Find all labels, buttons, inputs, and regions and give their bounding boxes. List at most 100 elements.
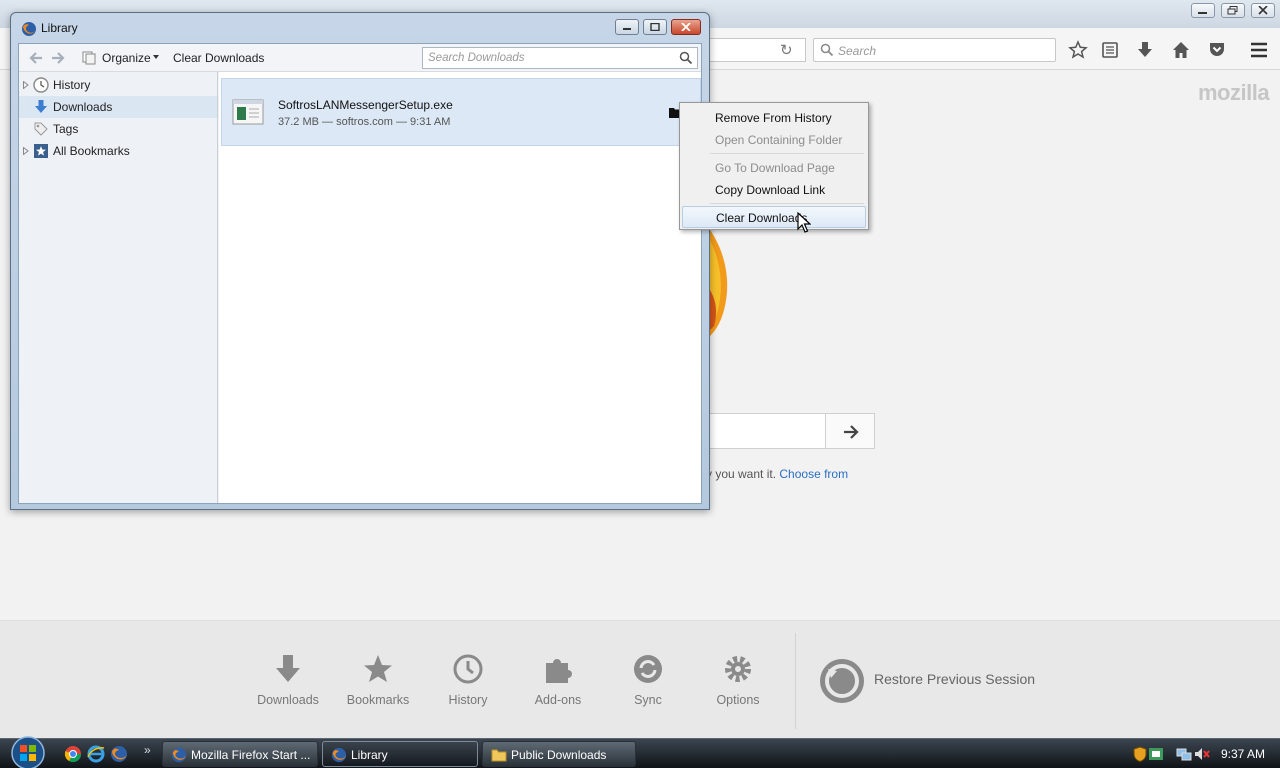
firefox-restore-button[interactable] (1221, 3, 1245, 18)
network-icon[interactable] (1176, 746, 1192, 762)
search-bar[interactable]: Search (813, 38, 1056, 62)
download-filename: SoftrosLANMessengerSetup.exe (278, 98, 453, 112)
search-placeholder: Search (838, 44, 877, 58)
firefox-close-button[interactable] (1251, 3, 1275, 18)
volume-muted-icon[interactable] (1194, 746, 1210, 762)
expand-twisty-icon[interactable] (23, 81, 29, 89)
menu-separator (710, 203, 864, 204)
gear-icon (725, 656, 751, 682)
start-page-launcher: Downloads Bookmarks History Add-ons Sync… (0, 620, 1280, 738)
taskbar-button-label: Public Downloads (511, 748, 607, 762)
security-shield-icon[interactable] (1132, 746, 1148, 762)
download-meta: 37.2 MB — softros.com — 9:31 AM (278, 116, 451, 128)
download-context-menu: Remove From History Open Containing Fold… (679, 102, 869, 230)
taskbar-button-firefox[interactable]: Mozilla Firefox Start ... (162, 741, 318, 767)
search-downloads-placeholder: Search Downloads (428, 52, 525, 64)
star-icon (364, 655, 392, 682)
reload-icon[interactable]: ↻ (780, 41, 793, 59)
sidebar-item-all-bookmarks[interactable]: All Bookmarks (19, 140, 217, 162)
start-button-icon[interactable] (8, 735, 48, 768)
library-maximize-button[interactable] (643, 19, 667, 35)
launcher-addons-label: Add-ons (534, 693, 582, 707)
snippet-text: y you want it. (706, 467, 777, 481)
taskbar-clock[interactable]: 9:37 AM (1221, 747, 1265, 761)
folder-icon (491, 749, 507, 762)
back-arrow-icon[interactable] (29, 51, 43, 65)
close-icon (1258, 6, 1268, 15)
launcher-options-label: Options (716, 693, 760, 707)
search-downloads-input[interactable]: Search Downloads (422, 47, 698, 69)
sidebar-item-downloads[interactable]: Downloads (19, 96, 217, 118)
reading-list-icon[interactable] (1100, 40, 1120, 60)
firefox-logo-fragment (710, 230, 728, 336)
internet-explorer-icon[interactable] (87, 745, 105, 763)
arrow-right-icon (844, 425, 859, 439)
sync-icon (634, 655, 662, 683)
library-toolbar: Organize Clear Downloads Search Download… (19, 44, 701, 72)
chrome-icon[interactable] (64, 745, 82, 763)
downloads-icon[interactable] (1135, 40, 1155, 60)
taskbar-button-label: Mozilla Firefox Start ... (191, 748, 311, 762)
start-page-snippet: y you want it. Choose from (706, 467, 848, 481)
launcher-bookmarks-label: Bookmarks (346, 693, 410, 707)
library-minimize-button[interactable] (615, 19, 639, 35)
clock-icon (453, 654, 483, 684)
restore-session-button[interactable]: Restore Previous Session (874, 671, 1035, 687)
app-tray-icon[interactable] (1148, 746, 1164, 762)
firefox-icon[interactable] (110, 745, 128, 763)
puzzle-piece-icon (546, 659, 572, 683)
search-icon (679, 51, 693, 65)
library-client-area: Organize Clear Downloads Search Download… (18, 43, 702, 504)
pocket-icon[interactable] (1207, 40, 1227, 60)
start-page-search-input[interactable] (710, 413, 826, 449)
firefox-minimize-button[interactable] (1191, 3, 1215, 18)
maximize-icon (650, 23, 660, 31)
taskbar-button-library[interactable]: Library (322, 741, 478, 767)
bookmarks-star-icon (34, 144, 48, 158)
sidebar-item-tags[interactable]: Tags (19, 118, 217, 140)
menu-item-remove-from-history[interactable]: Remove From History (682, 107, 866, 129)
sidebar-item-label: Tags (53, 122, 79, 136)
quicklaunch-more-button[interactable]: » (144, 743, 151, 757)
firefox-icon (171, 747, 187, 763)
launcher-downloads-label: Downloads (257, 693, 319, 707)
start-page-search-go-button[interactable] (825, 413, 875, 449)
sidebar-item-label: History (53, 78, 91, 92)
library-close-button[interactable] (671, 19, 701, 35)
snippet-link[interactable]: Choose from (779, 467, 848, 481)
sidebar-item-history[interactable]: History (19, 74, 217, 96)
library-sidebar: History Downloads Tags All Bookmarks (19, 72, 218, 503)
minimize-icon (623, 28, 631, 30)
home-icon[interactable] (1171, 40, 1191, 60)
library-window: Library Organize Clear Downloads Search … (10, 12, 710, 510)
mozilla-brand-logo: mozilla (1198, 80, 1270, 105)
clear-downloads-button[interactable]: Clear Downloads (173, 51, 264, 65)
minimize-icon (1198, 12, 1207, 14)
menu-item-label: Remove From History (715, 111, 832, 125)
windows-taskbar: » Mozilla Firefox Start ... Library Publ… (0, 735, 1280, 768)
forward-arrow-icon[interactable] (51, 51, 65, 65)
chevron-down-icon (153, 55, 159, 59)
menu-separator (710, 153, 864, 154)
menu-item-go-to-download-page[interactable]: Go To Download Page (682, 157, 866, 179)
downloads-list: SoftrosLANMessengerSetup.exe 37.2 MB — s… (219, 72, 701, 503)
menu-item-clear-downloads[interactable]: Clear Downloads (682, 206, 866, 228)
firefox-icon (331, 747, 347, 763)
expand-twisty-icon[interactable] (23, 147, 29, 155)
sidebar-item-label: Downloads (53, 100, 113, 114)
mouse-cursor-icon (797, 212, 811, 233)
menu-hamburger-icon[interactable] (1249, 40, 1269, 60)
restore-session-icon[interactable] (818, 657, 866, 705)
menu-item-open-containing-folder[interactable]: Open Containing Folder (682, 129, 866, 151)
taskbar-button-public-downloads[interactable]: Public Downloads (482, 741, 636, 767)
download-item[interactable]: SoftrosLANMessengerSetup.exe 37.2 MB — s… (221, 78, 701, 146)
firefox-app-icon (22, 22, 36, 36)
organize-icon (82, 51, 96, 65)
organize-menu-button[interactable]: Organize (102, 51, 151, 65)
restore-icon (1227, 6, 1238, 15)
bookmark-star-icon[interactable] (1068, 40, 1088, 60)
download-arrow-icon (35, 100, 47, 113)
download-arrow-icon (276, 655, 300, 682)
menu-item-label: Open Containing Folder (715, 133, 843, 147)
menu-item-copy-download-link[interactable]: Copy Download Link (682, 179, 866, 201)
